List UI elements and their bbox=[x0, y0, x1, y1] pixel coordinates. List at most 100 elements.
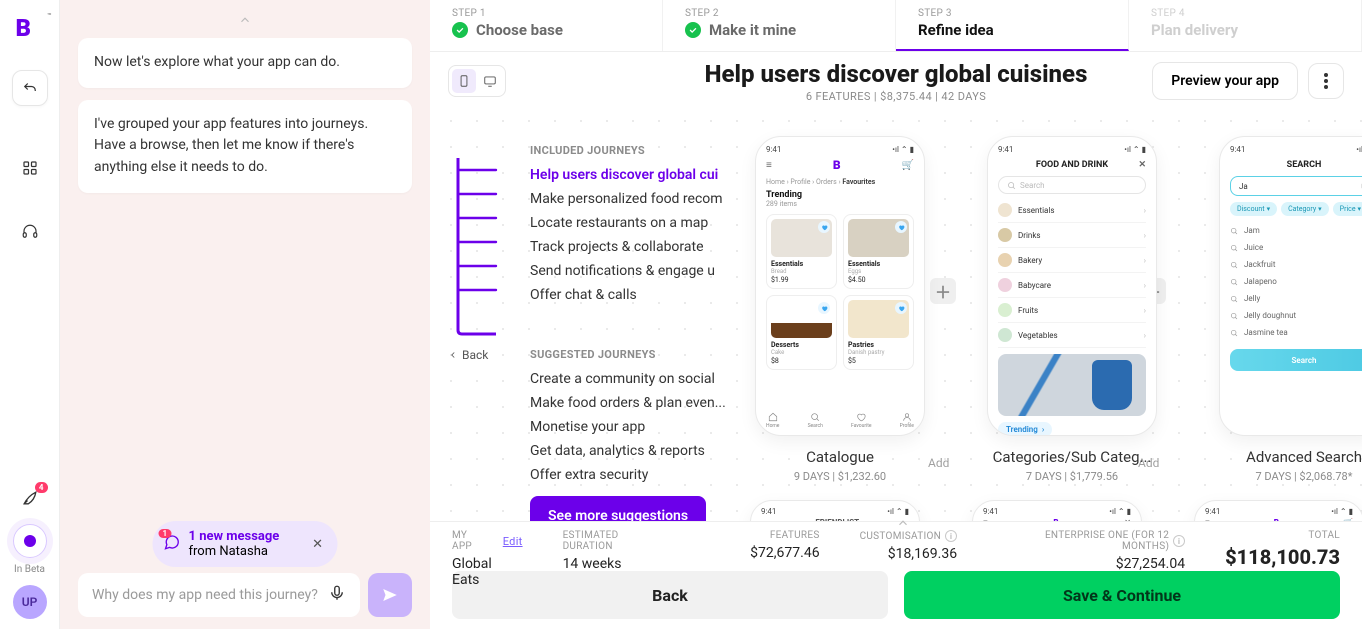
phone-mock: 9:41•ıl ⌃ ▮ SEARCH✕ Jaⓧ Discount ▾ Categ… bbox=[1219, 136, 1362, 436]
chevron-up-icon bbox=[238, 13, 252, 27]
undo-button[interactable] bbox=[12, 70, 48, 106]
grid-icon bbox=[21, 159, 39, 177]
step-2[interactable]: STEP 2 Make it mine bbox=[663, 0, 896, 51]
send-icon bbox=[381, 586, 399, 604]
phone-mock-peek[interactable]: 9:41•ıl ⌃ ▮ ≡B🛒 bbox=[1194, 500, 1362, 521]
journey-item[interactable]: Send notifications & engage u bbox=[498, 259, 783, 283]
step-3[interactable]: STEP 3 Refine idea bbox=[896, 0, 1129, 51]
chat-bubble: I've grouped your app features into jour… bbox=[78, 100, 412, 193]
step-title: Refine idea bbox=[918, 21, 994, 39]
canvas[interactable]: Back INCLUDED JOURNEYS Help users discov… bbox=[430, 100, 1362, 521]
send-button[interactable] bbox=[368, 573, 412, 617]
chat-collapse-toggle[interactable] bbox=[78, 14, 412, 26]
device-desktop[interactable] bbox=[478, 69, 502, 93]
see-more-button[interactable]: See more suggestions bbox=[530, 496, 706, 521]
main: STEP 1 Choose base STEP 2 Make it mine S… bbox=[430, 0, 1362, 629]
logo-tm: ™ bbox=[47, 12, 51, 20]
pill-badge: 1 bbox=[159, 529, 172, 538]
feature-catalogue[interactable]: 9:41•ıl ⌃ ▮ ≡ B 🛒 Home › Profile › Order… bbox=[750, 136, 930, 483]
beta-label: In Beta bbox=[14, 564, 45, 575]
step-eyebrow: STEP 1 bbox=[452, 8, 640, 19]
back-label: Back bbox=[462, 348, 488, 362]
feature-advanced-search[interactable]: 9:41•ıl ⌃ ▮ SEARCH✕ Jaⓧ Discount ▾ Categ… bbox=[1214, 136, 1362, 483]
kebab-icon bbox=[1324, 73, 1328, 89]
journey-item[interactable]: Get data, analytics & reports bbox=[498, 439, 783, 463]
new-message-pill[interactable]: 1 1 new message from Natasha ✕ bbox=[153, 521, 338, 567]
logo[interactable]: B™ bbox=[16, 14, 44, 42]
feature-name: Catalogue bbox=[806, 448, 874, 466]
step-4: STEP 4 Plan delivery bbox=[1129, 0, 1362, 51]
support-button[interactable] bbox=[12, 214, 48, 250]
step-eyebrow: STEP 3 bbox=[918, 8, 1106, 19]
customisation-label: CUSTOMISATION bbox=[860, 531, 942, 542]
edit-link[interactable]: Edit bbox=[503, 535, 523, 548]
customisation-value: $18,169.36 bbox=[888, 546, 957, 562]
enterprise-label: ENTERPRISE ONE (FOR 12 MONTHS) bbox=[997, 530, 1169, 552]
action-bar: Back Save & Continue bbox=[430, 571, 1362, 629]
summary-bar: MY APP Edit Global Eats ESTIMATED DURATI… bbox=[430, 521, 1362, 571]
pill-text: 1 new message from Natasha bbox=[189, 529, 304, 559]
journey-item[interactable]: Create a community on social bbox=[498, 367, 783, 391]
mic-icon bbox=[328, 584, 346, 602]
device-toggle bbox=[448, 65, 506, 97]
preview-button[interactable]: Preview your app bbox=[1152, 62, 1298, 100]
phone-icon bbox=[457, 74, 471, 88]
step-1[interactable]: STEP 1 Choose base bbox=[430, 0, 663, 51]
phone-mock-peek[interactable]: 9:41•ıl ⌃ ▮ ≡B✕ bbox=[972, 500, 1142, 521]
headset-icon bbox=[21, 223, 39, 241]
journey-item[interactable]: Offer extra security bbox=[498, 463, 783, 487]
check-icon bbox=[685, 22, 701, 38]
suggested-header: SUGGESTED JOURNEYS bbox=[498, 348, 783, 361]
feature-cards: 9:41•ıl ⌃ ▮ ≡ B 🛒 Home › Profile › Order… bbox=[750, 136, 1362, 483]
phone-mock-peek[interactable]: 9:41•ıl ⌃ ▮ ‹ FRIENDLIST bbox=[750, 500, 920, 521]
myapp-value: Global Eats bbox=[452, 556, 523, 588]
feature-meta: 7 DAYS | $1,779.56 bbox=[1026, 470, 1118, 483]
total-value: $118,100.73 bbox=[1225, 545, 1340, 569]
duration-value: 14 weeks bbox=[563, 556, 671, 572]
save-continue-button[interactable]: Save & Continue bbox=[904, 571, 1340, 619]
journey-item[interactable]: Track projects & collaborate bbox=[498, 235, 783, 259]
stepper: STEP 1 Choose base STEP 2 Make it mine S… bbox=[430, 0, 1362, 52]
apps-button[interactable] bbox=[12, 150, 48, 186]
pill-close[interactable]: ✕ bbox=[312, 535, 324, 553]
check-icon bbox=[452, 22, 468, 38]
feature-categories[interactable]: 9:41•ıl ⌃ ▮ FOOD AND DRINK✕ Search Essen… bbox=[982, 136, 1162, 483]
rocket-badge: 4 bbox=[35, 482, 48, 493]
mic-button[interactable] bbox=[328, 584, 346, 606]
activity-indicator[interactable] bbox=[13, 524, 47, 558]
features-value: $72,677.46 bbox=[750, 545, 819, 561]
included-header: INCLUDED JOURNEYS bbox=[498, 144, 783, 157]
journey-item[interactable]: Make food orders & plan even... bbox=[498, 391, 783, 415]
canvas-back[interactable]: Back bbox=[448, 348, 488, 362]
chat-bubble: Now let's explore what your app can do. bbox=[78, 38, 412, 88]
chat-icon-wrap: 1 bbox=[163, 533, 181, 555]
enterprise-value: $27,254.04 bbox=[1116, 556, 1185, 572]
journey-item[interactable]: Monetise your app bbox=[498, 415, 783, 439]
feature-meta: 7 DAYS | $2,068.78* bbox=[1256, 470, 1353, 483]
avatar[interactable]: UP bbox=[13, 585, 47, 619]
more-menu[interactable] bbox=[1308, 63, 1344, 99]
composer: Why does my app need this journey? bbox=[78, 573, 412, 617]
feature-cards-row-2: 9:41•ıl ⌃ ▮ ‹ FRIENDLIST 9:41•ıl ⌃ ▮ ≡B✕… bbox=[750, 500, 1362, 521]
suggested-journeys: SUGGESTED JOURNEYS Create a community on… bbox=[498, 348, 783, 487]
journey-item[interactable]: Make personalized food recom bbox=[498, 187, 783, 211]
journey-item[interactable]: Locate restaurants on a map bbox=[498, 211, 783, 235]
journey-tree bbox=[452, 158, 502, 336]
journey-item[interactable]: Offer chat & calls bbox=[498, 283, 783, 307]
step-eyebrow: STEP 4 bbox=[1151, 8, 1339, 19]
info-icon[interactable]: i bbox=[945, 530, 957, 542]
nav-rail-bottom: 4 In Beta UP bbox=[0, 488, 59, 619]
composer-input[interactable]: Why does my app need this journey? bbox=[78, 573, 360, 617]
step-title: Make it mine bbox=[709, 21, 796, 39]
journey-item[interactable]: Help users discover global cui bbox=[498, 163, 783, 187]
launch-button[interactable]: 4 bbox=[20, 488, 40, 512]
feature-name: Categories/Sub Categ... bbox=[993, 448, 1152, 466]
device-phone[interactable] bbox=[452, 69, 476, 93]
features-label: FEATURES bbox=[770, 530, 820, 541]
info-icon[interactable]: i bbox=[1173, 535, 1185, 547]
chevron-left-icon bbox=[448, 350, 458, 360]
phone-mock: 9:41•ıl ⌃ ▮ ≡ B 🛒 Home › Profile › Order… bbox=[755, 136, 925, 436]
natasha-panel: Now let's explore what your app can do. … bbox=[60, 0, 430, 629]
summary-expand[interactable] bbox=[896, 515, 910, 529]
close-icon: ✕ bbox=[1138, 160, 1146, 170]
